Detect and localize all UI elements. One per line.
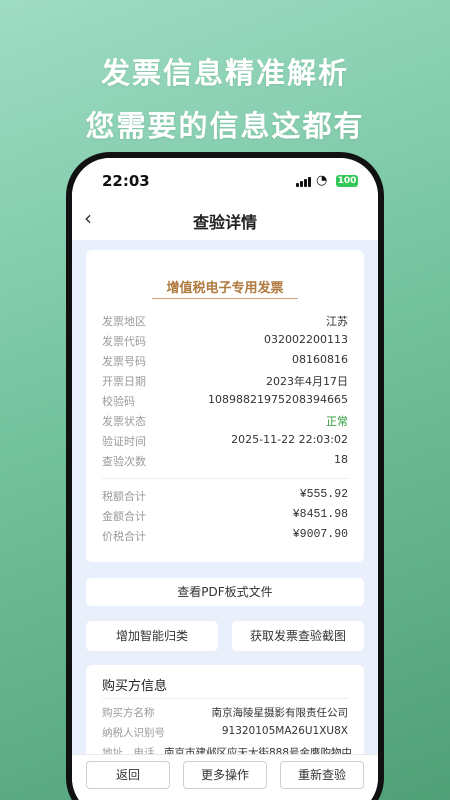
add-category-button[interactable]: 增加智能归类 bbox=[86, 621, 218, 651]
invoice-field-region: 发票地区 江苏 bbox=[102, 313, 348, 333]
field-value: 032002200113 bbox=[264, 333, 348, 346]
status-badge: 正常 bbox=[326, 415, 348, 428]
invoice-field-status: 发票状态 正常 bbox=[102, 413, 348, 433]
field-label: 开票日期 bbox=[102, 375, 146, 388]
field-value: 18 bbox=[334, 453, 348, 466]
invoice-title: 增值税电子专用发票 bbox=[166, 281, 284, 296]
invoice-field-number: 发票号码 08160816 bbox=[102, 353, 348, 373]
promo-headline-1: 发票信息精准解析 bbox=[100, 56, 349, 90]
phone-screen: 22:03 ◔ 100 ‹ 查验详情 增值税电子专用发票 发票地区 江苏 发票代… bbox=[72, 158, 378, 800]
page-title: 查验详情 bbox=[192, 213, 257, 232]
phone-frame: 22:03 ◔ 100 ‹ 查验详情 增值税电子专用发票 发票地区 江苏 发票代… bbox=[66, 152, 384, 800]
invoice-field-date: 开票日期 2023年4月17日 bbox=[102, 373, 348, 393]
total-with-tax: 价税合计 ¥9007.90 bbox=[102, 528, 348, 548]
field-value: 10898821975208394665 bbox=[208, 393, 348, 406]
divider bbox=[102, 478, 348, 479]
total-tax: 税额合计 ¥555.92 bbox=[102, 488, 348, 508]
field-label: 购买方名称 bbox=[102, 707, 155, 719]
field-value: ¥555.92 bbox=[299, 488, 348, 501]
nav-bar: ‹ 查验详情 bbox=[72, 198, 378, 240]
buyer-title: 购买方信息 bbox=[102, 679, 168, 694]
field-label: 校验码 bbox=[102, 395, 135, 408]
bottom-action-bar: 返回 更多操作 重新查验 bbox=[72, 754, 378, 800]
field-label: 价税合计 bbox=[102, 530, 146, 543]
recheck-button[interactable]: 重新查验 bbox=[280, 761, 364, 789]
invoice-field-code: 发票代码 032002200113 bbox=[102, 333, 348, 353]
back-button[interactable]: 返回 bbox=[86, 761, 170, 789]
field-label: 验证时间 bbox=[102, 435, 146, 448]
field-label: 发票号码 bbox=[102, 355, 146, 368]
field-label: 查验次数 bbox=[102, 455, 146, 468]
field-label: 金额合计 bbox=[102, 510, 146, 523]
invoice-field-verify-time: 验证时间 2025-11-22 22:03:02 bbox=[102, 433, 348, 453]
field-label: 发票代码 bbox=[102, 335, 146, 348]
invoice-field-check-count: 查验次数 18 bbox=[102, 453, 348, 473]
field-value: 南京海陵星摄影有限责任公司 bbox=[211, 707, 349, 719]
signal-icon bbox=[296, 176, 312, 187]
get-screenshot-button[interactable]: 获取发票查验截图 bbox=[232, 621, 364, 651]
status-bar: 22:03 ◔ 100 bbox=[72, 158, 378, 198]
field-label: 发票地区 bbox=[102, 315, 146, 328]
view-pdf-button[interactable]: 查看PDF板式文件 bbox=[86, 578, 364, 606]
more-actions-button[interactable]: 更多操作 bbox=[183, 761, 267, 789]
invoice-field-check-code: 校验码 10898821975208394665 bbox=[102, 393, 348, 413]
field-label: 纳税人识别号 bbox=[102, 727, 165, 739]
buyer-taxid-row: 纳税人识别号 91320105MA26U1XU8X bbox=[102, 725, 352, 743]
total-amount: 金额合计 ¥8451.98 bbox=[102, 508, 348, 528]
divider bbox=[102, 698, 348, 699]
field-value: 08160816 bbox=[292, 353, 348, 366]
field-value: 2023年4月17日 bbox=[266, 375, 348, 388]
promo-headline-2: 您需要的信息这都有 bbox=[85, 109, 365, 143]
field-value: 江苏 bbox=[326, 315, 348, 328]
wifi-icon: ◔ bbox=[316, 173, 328, 188]
battery-icon: 100 bbox=[336, 175, 358, 187]
buyer-card: 购买方信息 购买方名称 南京海陵星摄影有限责任公司 纳税人识别号 9132010… bbox=[86, 665, 364, 765]
field-label: 税额合计 bbox=[102, 490, 146, 503]
field-value: 91320105MA26U1XU8X bbox=[221, 725, 348, 737]
field-value: 2025-11-22 22:03:02 bbox=[231, 433, 348, 446]
field-value: ¥8451.98 bbox=[292, 508, 348, 521]
invoice-title-underline bbox=[152, 298, 298, 299]
status-time: 22:03 bbox=[102, 172, 150, 190]
field-label: 发票状态 bbox=[102, 415, 146, 428]
invoice-card: 增值税电子专用发票 发票地区 江苏 发票代码 032002200113 发票号码… bbox=[86, 250, 364, 562]
buyer-name-row: 购买方名称 南京海陵星摄影有限责任公司 bbox=[102, 705, 352, 723]
field-value: ¥9007.90 bbox=[292, 528, 348, 541]
